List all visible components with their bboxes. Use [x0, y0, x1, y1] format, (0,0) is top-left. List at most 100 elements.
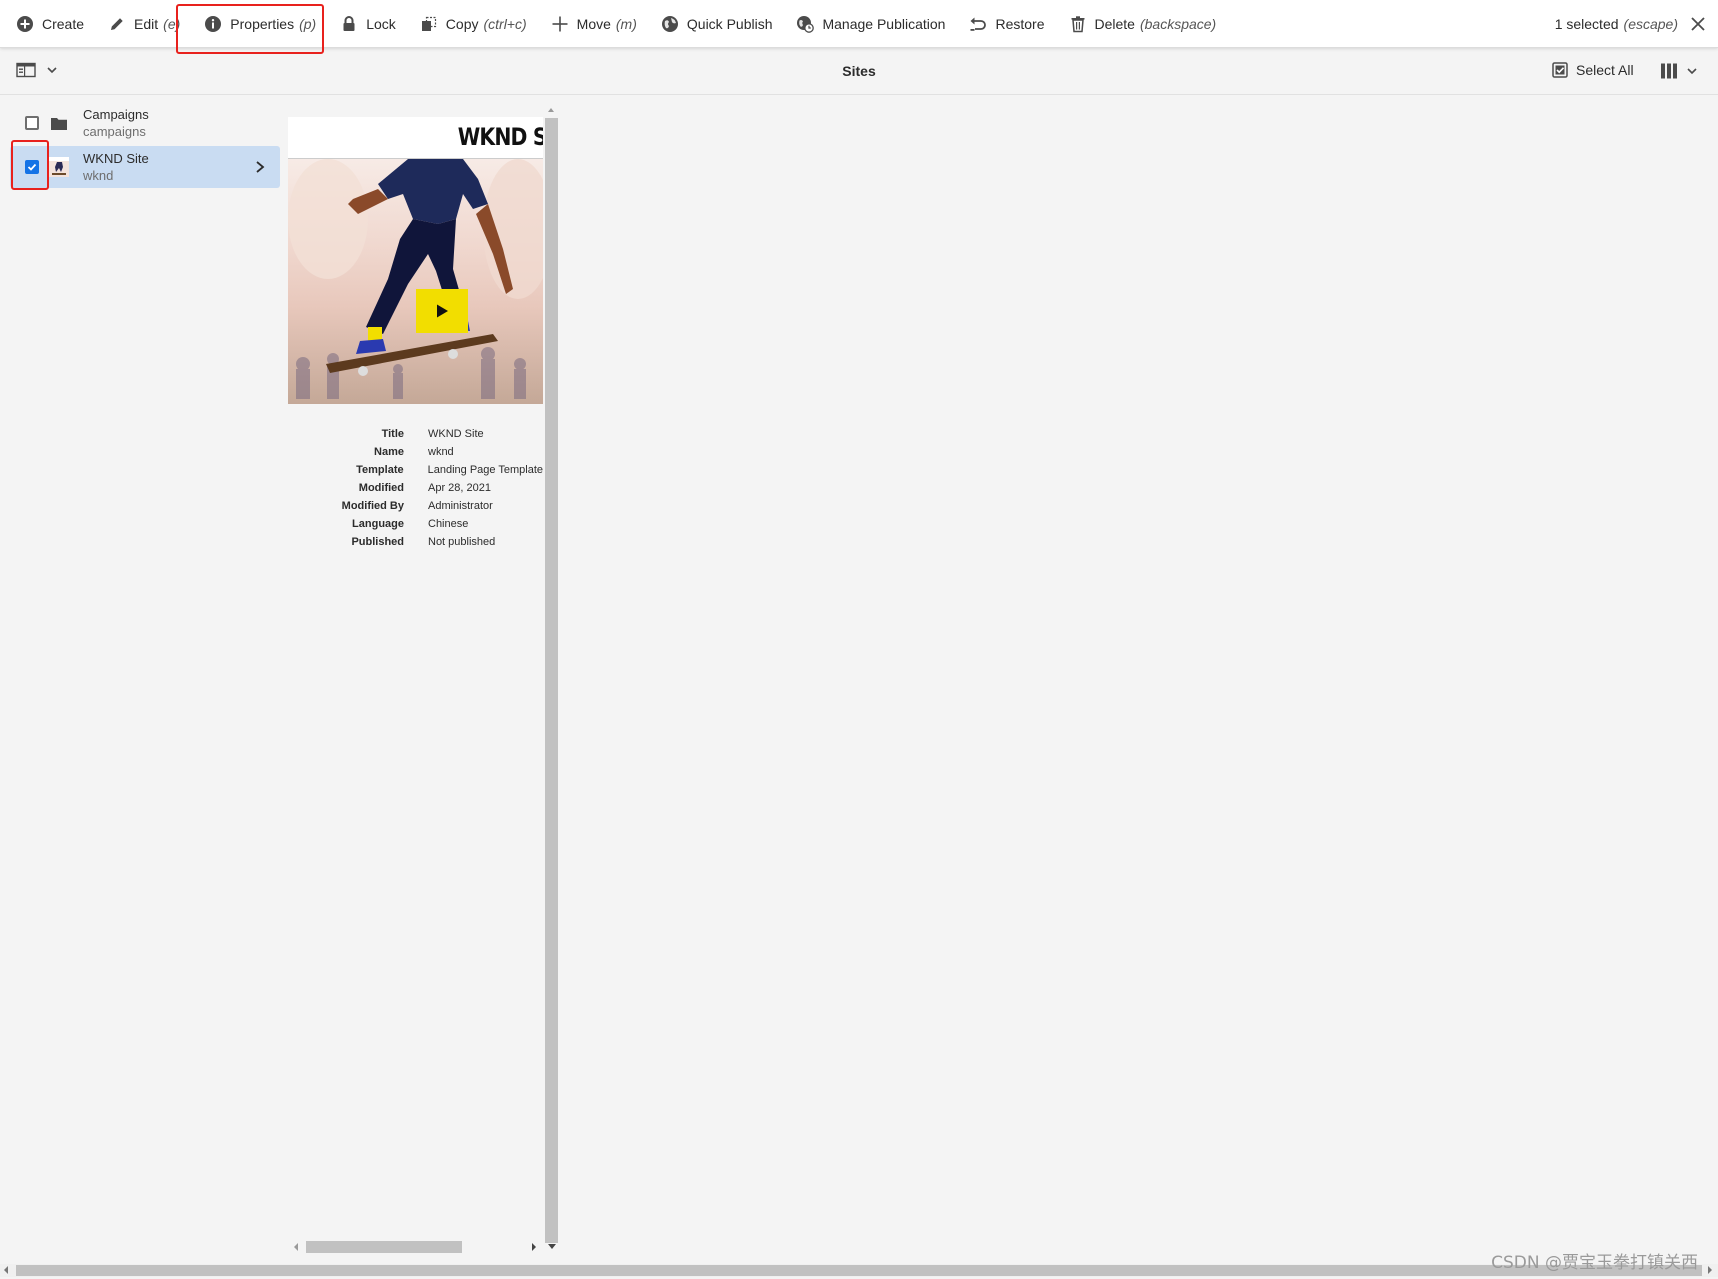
scrollbar-thumb[interactable] — [306, 1241, 462, 1253]
copy-shortcut: (ctrl+c) — [483, 15, 527, 32]
sites-column: Campaigns campaigns WKND Site wknd — [10, 102, 280, 190]
preview-horizontal-scrollbar[interactable] — [290, 1240, 558, 1253]
select-all-icon — [1552, 62, 1568, 78]
wknd-logo: WKND S — [457, 123, 543, 151]
globe-icon — [661, 15, 678, 32]
edit-shortcut: (e) — [163, 15, 181, 32]
select-all-button[interactable]: Select All — [1552, 62, 1634, 78]
item-title: WKND Site — [83, 151, 149, 166]
scroll-up-arrow-icon[interactable] — [548, 108, 554, 112]
selection-shortcut: (escape) — [1623, 15, 1678, 32]
item-checkbox[interactable] — [25, 160, 39, 174]
chevron-down-icon — [47, 67, 57, 74]
properties-shortcut: (p) — [299, 15, 317, 32]
delete-button[interactable]: Delete (backspace) — [1057, 0, 1229, 48]
trash-icon — [1071, 15, 1084, 32]
checkmark-icon — [27, 163, 37, 171]
manage-publication-button[interactable]: Manage Publication — [784, 0, 957, 48]
thumbnail-header: WKND S — [288, 117, 543, 159]
quick-publish-button[interactable]: Quick Publish — [649, 0, 785, 48]
page-horizontal-scrollbar[interactable] — [0, 1264, 1718, 1277]
column-view-icon — [1661, 63, 1677, 79]
skateboarder-image — [288, 159, 543, 404]
restore-button[interactable]: Restore — [957, 0, 1056, 48]
property-row-published: Published Not published — [288, 533, 543, 551]
property-row-template: Template Landing Page Template — [288, 461, 543, 479]
undo-icon — [970, 17, 987, 31]
lock-button[interactable]: Lock — [328, 0, 408, 48]
scroll-right-arrow-icon[interactable] — [1708, 1266, 1712, 1274]
move-label: Move — [576, 15, 611, 32]
copy-label: Copy — [445, 15, 479, 32]
properties-button[interactable]: Properties (p) — [192, 0, 328, 48]
preview-vertical-scrollbar[interactable] — [545, 108, 558, 1243]
select-all-label: Select All — [1576, 62, 1634, 78]
page-properties: Title WKND Site Name wknd Template Landi… — [288, 425, 543, 551]
property-label: Template — [356, 464, 404, 476]
property-label: Language — [352, 518, 404, 530]
create-button[interactable]: Create — [0, 0, 96, 48]
property-row-modified-by: Modified By Administrator — [288, 497, 543, 515]
property-label: Published — [351, 536, 404, 548]
lock-label: Lock — [366, 15, 396, 32]
selection-info: 1 selected (escape) — [1555, 16, 1718, 32]
scrollbar-thumb[interactable] — [545, 118, 558, 1243]
property-label: Name — [374, 446, 404, 458]
edit-label: Edit — [134, 15, 159, 32]
title-bar: Sites Select All — [0, 48, 1718, 95]
property-label: Modified — [358, 482, 404, 494]
play-video-button[interactable] — [416, 289, 468, 333]
property-value: WKND Site — [428, 428, 484, 440]
quick-publish-label: Quick Publish — [686, 15, 773, 32]
property-row-title: Title WKND Site — [288, 425, 543, 443]
page-title: Sites — [842, 63, 876, 79]
add-circle-icon — [17, 15, 33, 32]
move-icon — [552, 16, 568, 31]
csdn-watermark: CSDN @贾宝玉拳打镇关西 — [1491, 1253, 1698, 1273]
move-button[interactable]: Move (m) — [539, 0, 649, 48]
property-label: Title — [381, 428, 404, 440]
item-name: wknd — [83, 168, 114, 183]
item-text: Campaigns campaigns — [83, 106, 149, 140]
property-value: Apr 28, 2021 — [428, 482, 491, 494]
scroll-right-arrow-icon[interactable] — [532, 1243, 536, 1251]
view-switcher[interactable] — [1660, 62, 1698, 80]
copy-icon — [421, 16, 436, 31]
chevron-right-icon[interactable] — [254, 160, 266, 174]
lock-icon — [343, 15, 355, 31]
properties-label: Properties — [230, 15, 295, 32]
property-row-name: Name wknd — [288, 443, 543, 461]
scrollbar-thumb[interactable] — [16, 1265, 1702, 1276]
create-label: Create — [42, 15, 85, 32]
folder-icon — [49, 113, 69, 133]
pencil-icon — [111, 17, 123, 30]
site-thumbnail-icon — [49, 157, 69, 177]
close-icon[interactable] — [1690, 16, 1706, 32]
skater-illustration — [288, 159, 543, 399]
property-label: Modified By — [341, 500, 404, 512]
item-checkbox[interactable] — [25, 116, 39, 130]
scroll-left-arrow-icon[interactable] — [294, 1243, 298, 1251]
manage-publication-label: Manage Publication — [822, 15, 946, 32]
chevron-down-icon — [1687, 68, 1697, 75]
delete-shortcut: (backspace) — [1139, 15, 1217, 32]
item-text: WKND Site wknd — [83, 150, 149, 184]
page-thumbnail: WKND S — [288, 117, 543, 404]
property-row-language: Language Chinese — [288, 515, 543, 533]
property-value: Chinese — [428, 518, 469, 530]
copy-button[interactable]: Copy (ctrl+c) — [408, 0, 539, 48]
edit-button[interactable]: Edit (e) — [96, 0, 192, 48]
property-value: Not published — [428, 536, 496, 548]
scroll-down-arrow-icon[interactable] — [548, 1244, 556, 1249]
globe-clock-icon — [797, 15, 815, 33]
scroll-left-arrow-icon[interactable] — [4, 1266, 8, 1274]
move-shortcut: (m) — [615, 15, 637, 32]
rail-toggle-button[interactable] — [16, 62, 58, 78]
list-item-campaigns[interactable]: Campaigns campaigns — [10, 102, 280, 144]
list-item-wknd-site[interactable]: WKND Site wknd — [10, 146, 280, 188]
selection-count: 1 selected — [1554, 15, 1619, 32]
property-value: Administrator — [428, 500, 493, 512]
item-name: campaigns — [83, 124, 146, 139]
property-value: wknd — [428, 446, 454, 458]
item-title: Campaigns — [83, 107, 149, 122]
